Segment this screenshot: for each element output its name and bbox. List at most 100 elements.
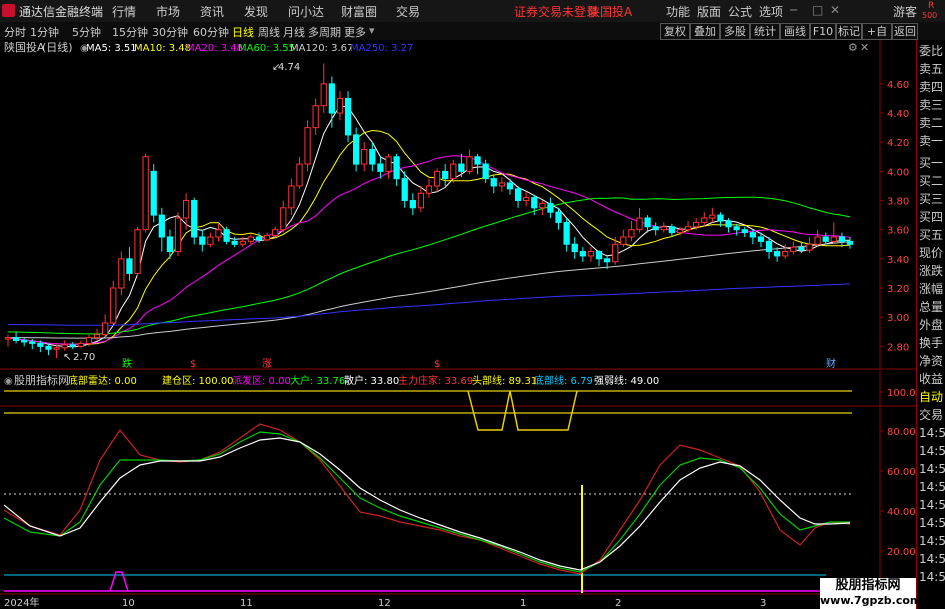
candle-body[interactable] xyxy=(69,344,76,347)
period-60min[interactable]: 60分钟 xyxy=(193,24,229,40)
candle-body[interactable] xyxy=(693,221,700,228)
candle-body[interactable] xyxy=(531,197,538,209)
login-notice[interactable]: 证券交易未登录 xyxy=(514,3,598,20)
candle-body[interactable] xyxy=(134,229,141,274)
chart-close-icon[interactable]: ✕ xyxy=(860,41,869,54)
candle-body[interactable] xyxy=(846,240,854,245)
candle-body[interactable] xyxy=(757,236,765,242)
candle-body[interactable] xyxy=(482,163,489,180)
candle-body[interactable] xyxy=(280,207,287,231)
period-multi[interactable]: 多周期 xyxy=(308,24,341,40)
candle-body[interactable] xyxy=(385,156,392,172)
candle-body[interactable] xyxy=(61,344,68,349)
candle-body[interactable] xyxy=(466,156,473,172)
candle-body[interactable] xyxy=(798,246,805,251)
candle-body[interactable] xyxy=(239,240,246,245)
candle-body[interactable] xyxy=(523,197,530,202)
right-panel-item[interactable]: 买一 xyxy=(919,156,945,170)
right-panel-item[interactable]: 14:56 xyxy=(919,552,945,566)
candle-body[interactable] xyxy=(158,214,165,238)
right-panel-item[interactable]: 交易 xyxy=(919,408,945,422)
candle-body[interactable] xyxy=(247,236,255,242)
candle-body[interactable] xyxy=(312,105,319,129)
btn-f10[interactable]: F10 xyxy=(810,23,836,40)
menu-shichang[interactable]: 市场 xyxy=(156,3,180,20)
candle-body[interactable] xyxy=(450,163,457,180)
right-panel-item[interactable]: 收益 xyxy=(919,372,945,386)
candle-body[interactable] xyxy=(263,235,271,241)
btn-duogu[interactable]: 多股 xyxy=(720,23,750,40)
candle-body[interactable] xyxy=(660,226,667,231)
right-panel-item[interactable]: 换手 xyxy=(919,336,945,350)
candle-body[interactable] xyxy=(77,342,84,347)
marker-die[interactable]: 跌 xyxy=(122,357,132,370)
candle-body[interactable] xyxy=(709,214,716,219)
period-daily[interactable]: 日线 xyxy=(232,24,254,40)
candle-body[interactable] xyxy=(207,236,214,245)
candle-body[interactable] xyxy=(336,97,344,114)
right-panel-item[interactable]: 14:56 xyxy=(919,480,945,494)
candle-body[interactable] xyxy=(126,258,133,274)
candle-body[interactable] xyxy=(603,258,611,263)
right-panel-item[interactable]: 买四 xyxy=(919,210,945,224)
candle-body[interactable] xyxy=(498,182,505,187)
menu-gongshi[interactable]: 公式 xyxy=(728,3,752,20)
menu-banmian[interactable]: 版面 xyxy=(697,3,721,20)
btn-diejia[interactable]: 叠加 xyxy=(690,23,720,40)
candle-body[interactable] xyxy=(838,236,846,242)
right-panel-item[interactable]: 净资 xyxy=(919,354,945,368)
chart-settings-icon[interactable]: ⚙ xyxy=(848,41,858,54)
candle-body[interactable] xyxy=(12,337,20,342)
candle-body[interactable] xyxy=(579,251,586,257)
candle-body[interactable] xyxy=(822,236,829,242)
candle-body[interactable] xyxy=(393,156,400,180)
btn-biaoji[interactable]: 标记 xyxy=(836,23,862,40)
right-panel-item[interactable]: 卖二 xyxy=(919,116,945,130)
right-panel-item[interactable]: 涨跌 xyxy=(919,264,945,278)
candle-body[interactable] xyxy=(676,229,684,234)
candle-body[interactable] xyxy=(595,251,603,260)
candle-body[interactable] xyxy=(458,163,465,172)
candle-body[interactable] xyxy=(401,178,408,202)
candle-body[interactable] xyxy=(814,236,821,245)
candle-body[interactable] xyxy=(806,243,813,251)
candle-body[interactable] xyxy=(765,240,773,253)
candle-body[interactable] xyxy=(587,251,595,257)
marker-dollar-2[interactable]: $ xyxy=(434,359,440,370)
right-panel-item[interactable]: 卖三 xyxy=(919,98,945,112)
right-panel-item[interactable]: 涨幅 xyxy=(919,282,945,296)
menu-zixun[interactable]: 资讯 xyxy=(200,3,224,20)
right-panel-item[interactable]: 卖一 xyxy=(919,134,945,148)
candle-body[interactable] xyxy=(150,170,157,216)
candle-body[interactable] xyxy=(644,217,651,228)
candle-body[interactable] xyxy=(830,236,837,242)
right-panel-item[interactable]: 14:56 xyxy=(919,516,945,530)
candle-body[interactable] xyxy=(417,192,425,209)
candle-body[interactable] xyxy=(118,258,125,289)
candle-body[interactable] xyxy=(304,127,311,165)
right-panel-item[interactable]: 14:56 xyxy=(919,462,945,476)
user-label[interactable]: 游客 xyxy=(893,3,917,20)
candle-body[interactable] xyxy=(409,200,416,209)
candle-body[interactable] xyxy=(110,287,117,324)
candle-body[interactable] xyxy=(37,342,44,347)
candle-body[interactable] xyxy=(620,236,627,245)
right-panel-item[interactable]: 买三 xyxy=(919,192,945,206)
candle-body[interactable] xyxy=(790,246,797,253)
candle-body[interactable] xyxy=(288,185,295,209)
candle-body[interactable] xyxy=(93,334,101,339)
period-more[interactable]: 更多 xyxy=(344,24,366,40)
right-panel-item[interactable]: 现价 xyxy=(919,246,945,260)
candle-body[interactable] xyxy=(344,97,352,136)
candle-body[interactable] xyxy=(102,322,109,336)
right-panel-item[interactable]: 卖四 xyxy=(919,80,945,94)
candle-body[interactable] xyxy=(636,217,643,231)
candle-body[interactable] xyxy=(223,229,230,242)
candle-body[interactable] xyxy=(782,251,789,257)
candle-body[interactable] xyxy=(612,243,619,263)
candle-body[interactable] xyxy=(142,156,149,231)
candle-body[interactable] xyxy=(353,134,360,165)
candle-body[interactable] xyxy=(166,236,174,253)
btn-tongji[interactable]: 统计 xyxy=(750,23,780,40)
candle-body[interactable] xyxy=(628,229,635,238)
